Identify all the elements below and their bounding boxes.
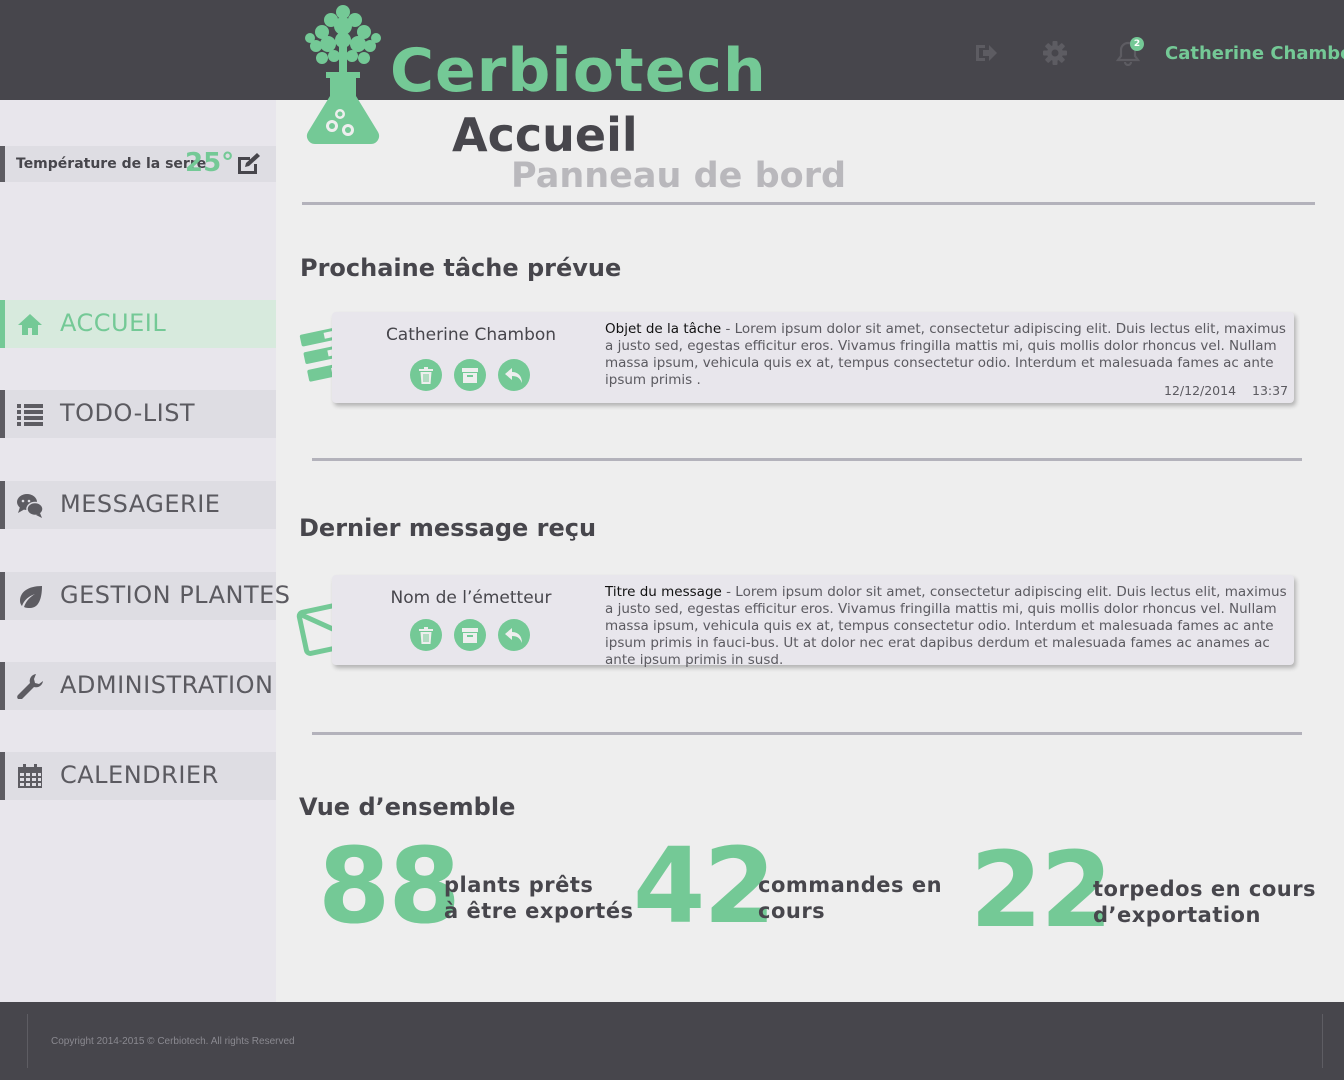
next-task-card[interactable]: Catherine Chambon Objet de la tâche - Lo…	[332, 312, 1294, 403]
temperature-label: Température de la serre	[16, 156, 207, 172]
leaf-icon	[20, 586, 42, 608]
sidebar-item-accueil[interactable]: ACCUEIL	[0, 300, 276, 348]
sidebar-item-label: ACCUEIL	[60, 309, 167, 337]
trash-icon	[419, 627, 433, 644]
footer-divider	[1322, 1014, 1323, 1068]
stat-label-orders: commandes en cours	[758, 872, 942, 924]
stat-value-orders: 42	[633, 825, 776, 947]
message-sender: Nom de l’émetteur	[390, 588, 552, 608]
reply-icon	[505, 628, 522, 643]
home-icon	[18, 314, 42, 335]
archive-icon	[462, 628, 478, 643]
sidebar-item-label: GESTION PLANTES	[60, 581, 291, 609]
sidebar-item-label: MESSAGERIE	[60, 490, 221, 518]
message-subject: Titre du message	[605, 584, 722, 600]
stat-value-exports: 22	[970, 829, 1113, 951]
stat-label-plants: plants prêts à être exportés	[444, 872, 634, 924]
edit-icon[interactable]	[235, 153, 261, 175]
stat-label-line: d’exportation	[1093, 903, 1261, 927]
gear-icon[interactable]	[1042, 40, 1068, 66]
divider	[312, 458, 1302, 461]
overview-title: Vue d’ensemble	[299, 793, 516, 821]
sidebar-item-label: ADMINISTRATION	[60, 671, 274, 699]
task-author: Catherine Chambon	[385, 325, 557, 345]
sidebar-item-label: TODO-LIST	[60, 399, 196, 427]
delete-button[interactable]	[410, 619, 442, 651]
task-date: 12/12/2014	[1164, 383, 1237, 398]
message-preview: Titre du message - Lorem ipsum dolor sit…	[605, 584, 1291, 669]
message-separator: -	[721, 584, 736, 600]
footer: Copyright 2014-2015 © Cerbiotech. All ri…	[0, 1002, 1344, 1080]
task-description: Objet de la tâche - Lorem ipsum dolor si…	[605, 321, 1291, 389]
reply-button[interactable]	[498, 619, 530, 651]
trash-icon	[419, 367, 433, 384]
stat-label-line: commandes en	[758, 873, 943, 897]
temperature-value: 25°	[185, 148, 235, 178]
sidebar-item-label: CALENDRIER	[60, 761, 219, 789]
notification-badge: 2	[1130, 37, 1144, 51]
delete-button[interactable]	[410, 359, 442, 391]
sidebar-item-todo-list[interactable]: TODO-LIST	[0, 390, 276, 438]
reply-icon	[505, 368, 522, 383]
reply-button[interactable]	[498, 359, 530, 391]
list-icon	[17, 404, 43, 426]
greenhouse-temperature: Température de la serre 25°	[0, 146, 276, 182]
chat-icon	[17, 494, 44, 518]
archive-button[interactable]	[454, 359, 486, 391]
wrench-icon	[17, 674, 43, 699]
divider	[312, 732, 1302, 735]
task-time: 13:37	[1252, 383, 1289, 398]
stat-label-exports: torpedos en cours d’exportation	[1093, 876, 1316, 928]
last-message-card[interactable]: Nom de l’émetteur Titre du message - Lor…	[332, 575, 1294, 668]
archive-icon	[462, 368, 478, 383]
stat-label-line: à être exportés	[444, 899, 634, 923]
task-subject: Objet de la tâche	[605, 321, 722, 337]
flask-tree-logo-icon[interactable]	[298, 4, 388, 150]
next-task-title: Prochaine tâche prévue	[300, 254, 622, 282]
archive-button[interactable]	[454, 619, 486, 651]
page-title: Accueil	[452, 108, 638, 162]
task-separator: -	[721, 321, 735, 337]
sidebar-item-messagerie[interactable]: MESSAGERIE	[0, 481, 276, 529]
last-message-title: Dernier message reçu	[299, 514, 597, 542]
stat-value-plants: 88	[318, 825, 461, 947]
divider	[302, 202, 1315, 205]
sidebar-item-calendrier[interactable]: CALENDRIER	[0, 752, 276, 800]
stat-label-line: cours	[758, 899, 826, 923]
sidebar	[0, 100, 276, 1002]
stat-label-line: plants prêts	[444, 873, 594, 897]
brand-name[interactable]: Cerbiotech	[390, 36, 767, 106]
calendar-icon	[18, 764, 42, 788]
page-subtitle: Panneau de bord	[511, 156, 847, 196]
user-name[interactable]: Catherine Chambon	[1165, 43, 1344, 64]
footer-divider	[27, 1014, 28, 1068]
sidebar-item-administration[interactable]: ADMINISTRATION	[0, 662, 276, 710]
logout-icon[interactable]	[972, 40, 998, 66]
stat-label-line: torpedos en cours	[1093, 877, 1317, 901]
copyright-text: Copyright 2014-2015 © Cerbiotech. All ri…	[51, 1036, 295, 1047]
sidebar-item-gestion-plantes[interactable]: GESTION PLANTES	[0, 572, 290, 620]
